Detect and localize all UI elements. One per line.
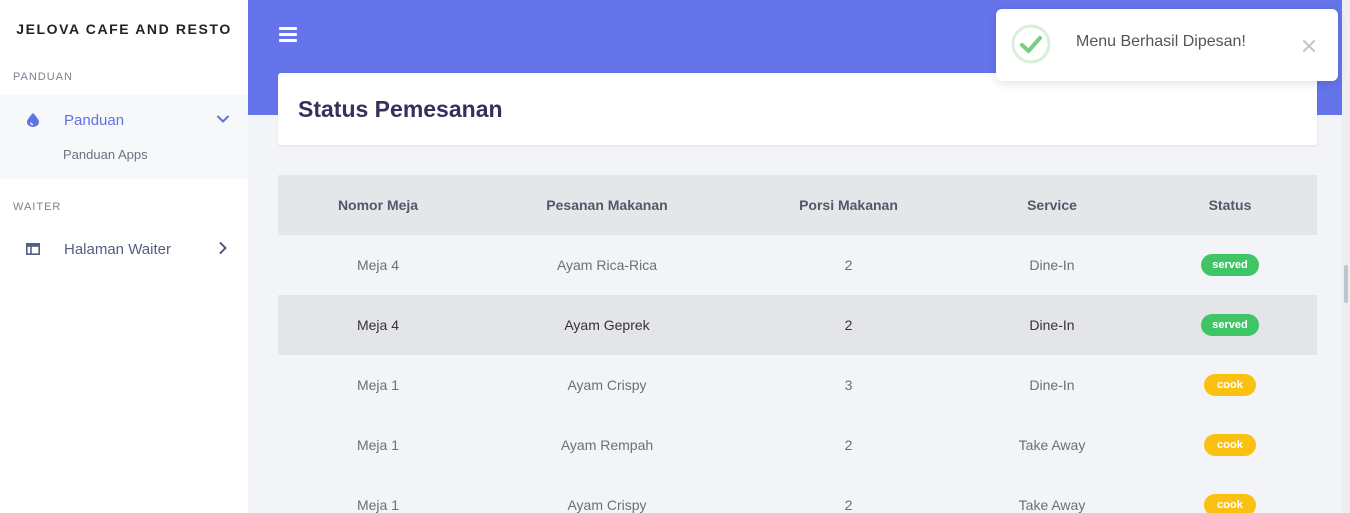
orders-table-container: Nomor Meja Pesanan Makanan Porsi Makanan… bbox=[278, 175, 1317, 513]
table-row: Meja 1 Ayam Rempah 2 Take Away cook bbox=[278, 415, 1317, 475]
chevron-right-icon bbox=[216, 241, 230, 255]
cell-porsi-makanan: 2 bbox=[844, 257, 853, 273]
scrollbar-thumb[interactable] bbox=[1344, 265, 1348, 303]
page-scrollbar[interactable] bbox=[1342, 0, 1350, 513]
column-header-service: Service bbox=[961, 175, 1143, 235]
cell-status: cook bbox=[1143, 415, 1317, 475]
table-row: Meja 1 Ayam Crispy 3 Dine-In cook bbox=[278, 355, 1317, 415]
drop-icon bbox=[24, 111, 42, 129]
sidebar: JELOVA CAFE AND RESTO PANDUAN Panduan Pa… bbox=[0, 0, 248, 513]
sidebar-item-label: Halaman Waiter bbox=[64, 240, 171, 258]
cell-service: Dine-In bbox=[1029, 377, 1075, 393]
orders-table: Nomor Meja Pesanan Makanan Porsi Makanan… bbox=[278, 175, 1317, 513]
close-icon[interactable] bbox=[1302, 39, 1316, 53]
status-badge: cook bbox=[1204, 494, 1256, 513]
sidebar-subitem-panduan-apps[interactable]: Panduan Apps bbox=[0, 145, 248, 179]
table-row: Meja 4 Ayam Geprek 2 Dine-In served bbox=[278, 295, 1317, 355]
cell-service: Dine-In bbox=[1029, 257, 1075, 273]
cell-nomor-meja: Meja 1 bbox=[356, 377, 400, 393]
cell-pesanan-makanan: Ayam Crispy bbox=[567, 377, 647, 393]
column-header-status: Status bbox=[1143, 175, 1317, 235]
cell-status: cook bbox=[1143, 355, 1317, 415]
column-header-porsi-makanan: Porsi Makanan bbox=[736, 175, 961, 235]
cell-pesanan-makanan: Ayam Crispy bbox=[567, 497, 647, 513]
status-badge: served bbox=[1201, 254, 1259, 276]
cell-pesanan-makanan: Ayam Rempah bbox=[560, 437, 654, 453]
page-title-card: Status Pemesanan bbox=[278, 73, 1317, 145]
section-label-waiter: WAITER bbox=[13, 201, 62, 213]
cell-status: served bbox=[1143, 235, 1317, 295]
cell-pesanan-makanan: Ayam Geprek bbox=[478, 295, 736, 355]
cell-porsi-makanan: 3 bbox=[844, 377, 853, 393]
check-circle-icon bbox=[1011, 24, 1051, 64]
cell-status: served bbox=[1143, 295, 1317, 355]
table-row: Meja 4 Ayam Rica-Rica 2 Dine-In served bbox=[278, 235, 1317, 295]
cell-porsi-makanan: 2 bbox=[844, 497, 853, 513]
cell-porsi-makanan: 2 bbox=[844, 437, 853, 453]
cell-nomor-meja: Meja 4 bbox=[278, 295, 478, 355]
status-badge: cook bbox=[1204, 374, 1256, 396]
column-header-pesanan-makanan: Pesanan Makanan bbox=[478, 175, 736, 235]
toast-message: Menu Berhasil Dipesan! bbox=[1076, 33, 1246, 50]
cell-service: Dine-In bbox=[961, 295, 1143, 355]
chevron-down-icon bbox=[216, 112, 230, 126]
panduan-group: Panduan Panduan Apps bbox=[0, 95, 248, 179]
section-label-panduan: PANDUAN bbox=[13, 71, 73, 83]
cell-nomor-meja: Meja 1 bbox=[356, 437, 400, 453]
sidebar-item-panduan[interactable]: Panduan bbox=[0, 95, 248, 145]
cell-nomor-meja: Meja 1 bbox=[356, 497, 400, 513]
column-header-nomor-meja: Nomor Meja bbox=[278, 175, 478, 235]
cell-pesanan-makanan: Ayam Rica-Rica bbox=[556, 257, 658, 273]
cell-service: Take Away bbox=[1018, 497, 1086, 513]
success-toast: Menu Berhasil Dipesan! bbox=[996, 9, 1338, 81]
layout-icon bbox=[24, 240, 42, 258]
cell-service: Take Away bbox=[1018, 437, 1086, 453]
status-badge: served bbox=[1201, 314, 1259, 336]
sidebar-item-halaman-waiter[interactable]: Halaman Waiter bbox=[0, 224, 248, 274]
table-header-row: Nomor Meja Pesanan Makanan Porsi Makanan… bbox=[278, 175, 1317, 235]
page-title: Status Pemesanan bbox=[298, 95, 503, 122]
table-row: Meja 1 Ayam Crispy 2 Take Away cook bbox=[278, 475, 1317, 513]
status-badge: cook bbox=[1204, 434, 1256, 456]
cell-nomor-meja: Meja 4 bbox=[356, 257, 400, 273]
sidebar-item-label: Panduan bbox=[64, 111, 125, 129]
hamburger-icon[interactable] bbox=[279, 27, 297, 43]
cell-status: cook bbox=[1143, 475, 1317, 513]
cell-porsi-makanan: 2 bbox=[736, 295, 961, 355]
brand-logo-text[interactable]: JELOVA CAFE AND RESTO bbox=[0, 0, 248, 58]
